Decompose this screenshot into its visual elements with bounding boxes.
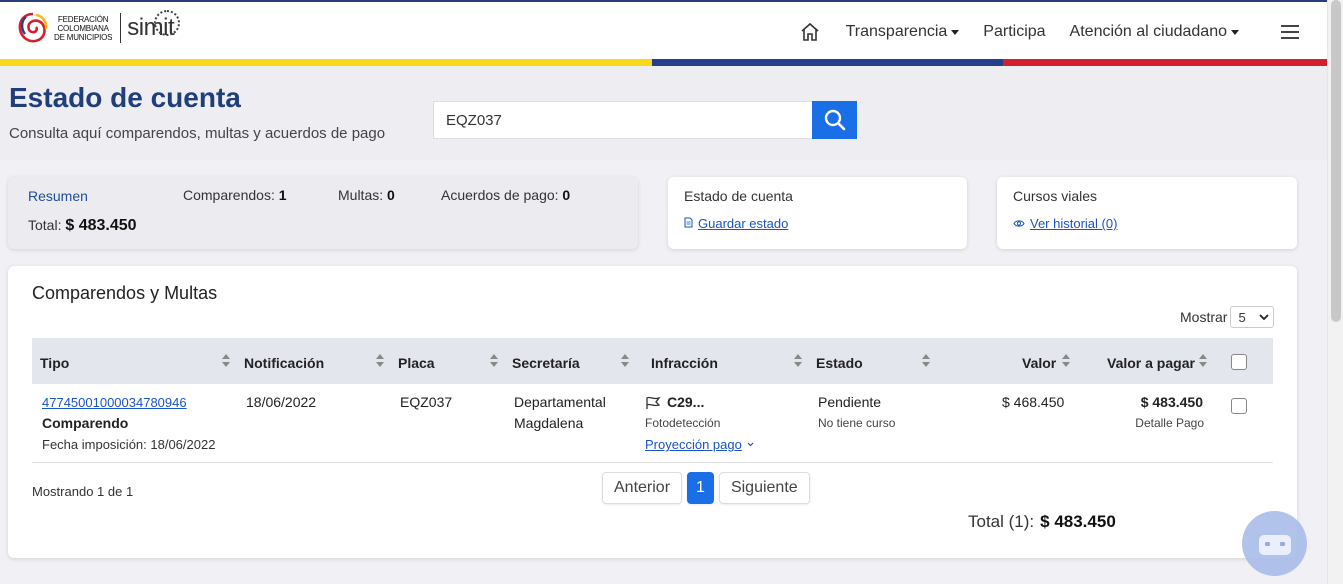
sort-icon[interactable] (490, 354, 498, 368)
table-row: 47745001000034780946 Comparendo Fecha im… (32, 384, 1273, 463)
row-estado: Pendiente No tiene curso (818, 392, 895, 434)
estado-card-title: Estado de cuenta (684, 188, 793, 204)
nav-transparencia[interactable]: Transparencia (846, 23, 960, 41)
curso-value: No tiene curso (818, 416, 896, 430)
logo-divider (120, 13, 122, 43)
nav-atencion-label: Atención al ciudadano (1069, 23, 1227, 40)
search-icon (824, 109, 845, 131)
acuerdos-count: Acuerdos de pago: 0 (441, 187, 571, 203)
th-notificacion[interactable]: Notificación (244, 355, 324, 371)
row-tipo: Comparendo (42, 415, 129, 431)
valor-pagar-value: $ 483.450 (1140, 394, 1203, 410)
mostrando-text: Mostrando 1 de 1 (32, 484, 134, 499)
next-page-button[interactable]: Siguiente (718, 472, 810, 504)
scrollbar[interactable] (1327, 0, 1343, 584)
row-placa: EQZ037 (400, 394, 453, 410)
th-valor-pagar[interactable]: Valor a pagar (1107, 355, 1195, 371)
robot-icon (1258, 534, 1291, 555)
estado-value: Pendiente (818, 394, 882, 410)
summary-total: Total: $ 483.450 (28, 217, 137, 234)
cursos-card: Cursos viales Ver historial (0) (997, 177, 1297, 249)
resumen-label: Resumen (28, 188, 88, 204)
table-title: Comparendos y Multas (32, 283, 218, 303)
pagination: Anterior 1 Siguiente (602, 472, 810, 504)
simit-logo: simit (127, 10, 181, 42)
simit-dots-icon (154, 10, 181, 36)
row-valor: $ 468.450 (1002, 394, 1065, 410)
row-cell-tipo: 47745001000034780946 Comparendo Fecha im… (42, 392, 215, 455)
mostrar-label: Mostrar (1180, 309, 1228, 325)
sort-icon[interactable] (1199, 354, 1207, 368)
chatbot-button[interactable] (1242, 511, 1307, 576)
nav-participa-label: Participa (983, 23, 1046, 40)
ver-historial-link[interactable]: Ver historial (0) (1013, 216, 1117, 231)
page-title: Estado de cuenta (9, 82, 241, 113)
summary-card: Resumen Comparendos: 1 Multas: 0 Acuerdo… (8, 177, 638, 249)
infraccion-sub: Fotodetección (645, 416, 721, 430)
nav-participa[interactable]: Participa (983, 23, 1045, 41)
scrollbar-thumb[interactable] (1331, 0, 1341, 322)
guardar-estado-link[interactable]: Guardar estado (684, 216, 788, 231)
detalle-pago[interactable]: Detalle Pago (1122, 413, 1204, 434)
row-infraccion: C29... Fotodetección Proyección pago (645, 392, 754, 455)
logo[interactable]: FEDERACIÓN COLOMBIANA DE MUNICIPIOS simi… (16, 10, 181, 46)
th-valor[interactable]: Valor (1022, 355, 1056, 371)
flag-stripe (0, 59, 1327, 66)
th-secretaria[interactable]: Secretaría (512, 355, 580, 371)
sort-icon[interactable] (794, 354, 802, 368)
row-checkbox[interactable] (1231, 398, 1247, 414)
th-estado[interactable]: Estado (816, 355, 863, 371)
flag-icon (645, 396, 661, 410)
sort-icon[interactable] (1062, 354, 1070, 368)
nav-transparencia-label: Transparencia (845, 23, 948, 40)
th-tipo[interactable]: Tipo (40, 355, 69, 371)
table-header: Tipo Notificación Placa Secretaría Infra… (32, 338, 1273, 384)
fcm-logo-icon (16, 10, 50, 46)
page-size: Mostrar 5 (1180, 306, 1275, 328)
comparendos-table-card: Comparendos y Multas Mostrar 5 Tipo Noti… (8, 266, 1297, 558)
row-secretaria: Departamental Magdalena (514, 394, 606, 431)
cursos-card-title: Cursos viales (1013, 188, 1098, 204)
table-total: Total (1): $ 483.450 (968, 512, 1116, 531)
search-input[interactable] (433, 101, 812, 139)
document-icon (684, 216, 693, 231)
menu-icon[interactable] (1281, 25, 1299, 39)
search-button[interactable] (812, 101, 857, 139)
sort-icon[interactable] (922, 354, 930, 368)
th-placa[interactable]: Placa (398, 355, 435, 371)
comparendos-count: Comparendos: 1 (183, 187, 287, 203)
comparendo-number-link[interactable]: 47745001000034780946 (42, 392, 215, 413)
chevron-down-icon (747, 442, 754, 447)
sort-icon[interactable] (621, 354, 629, 368)
logo-fed-text: FEDERACIÓN COLOMBIANA DE MUNICIPIOS (54, 14, 113, 42)
home-icon[interactable] (800, 22, 820, 42)
search-bar (433, 101, 857, 139)
proyeccion-pago-link[interactable]: Proyección pago (645, 434, 754, 455)
nav-atencion[interactable]: Atención al ciudadano (1070, 23, 1239, 41)
main-nav: Transparencia Participa Atención al ciud… (800, 18, 1327, 46)
page-size-select[interactable]: 5 (1230, 306, 1275, 328)
row-valor-pagar: $ 483.450 Detalle Pago (1122, 392, 1204, 434)
row-notificacion: 18/06/2022 (246, 394, 317, 410)
sort-icon[interactable] (222, 354, 230, 368)
page-subtitle: Consulta aquí comparendos, multas y acue… (9, 125, 386, 142)
infraccion-code[interactable]: C29... (667, 392, 704, 413)
prev-page-button[interactable]: Anterior (602, 472, 683, 504)
chevron-down-icon (1259, 313, 1270, 320)
top-header: FEDERACIÓN COLOMBIANA DE MUNICIPIOS simi… (0, 0, 1327, 66)
sort-icon[interactable] (376, 354, 384, 368)
eye-icon (1013, 216, 1025, 231)
estado-card: Estado de cuenta Guardar estado (668, 177, 967, 249)
page-1-button[interactable]: 1 (687, 472, 714, 504)
multas-count: Multas: 0 (338, 187, 395, 203)
row-fecha-imposicion: Fecha imposición: 18/06/2022 (42, 437, 216, 452)
th-infraccion[interactable]: Infracción (651, 355, 718, 371)
select-all-checkbox[interactable] (1231, 354, 1247, 370)
